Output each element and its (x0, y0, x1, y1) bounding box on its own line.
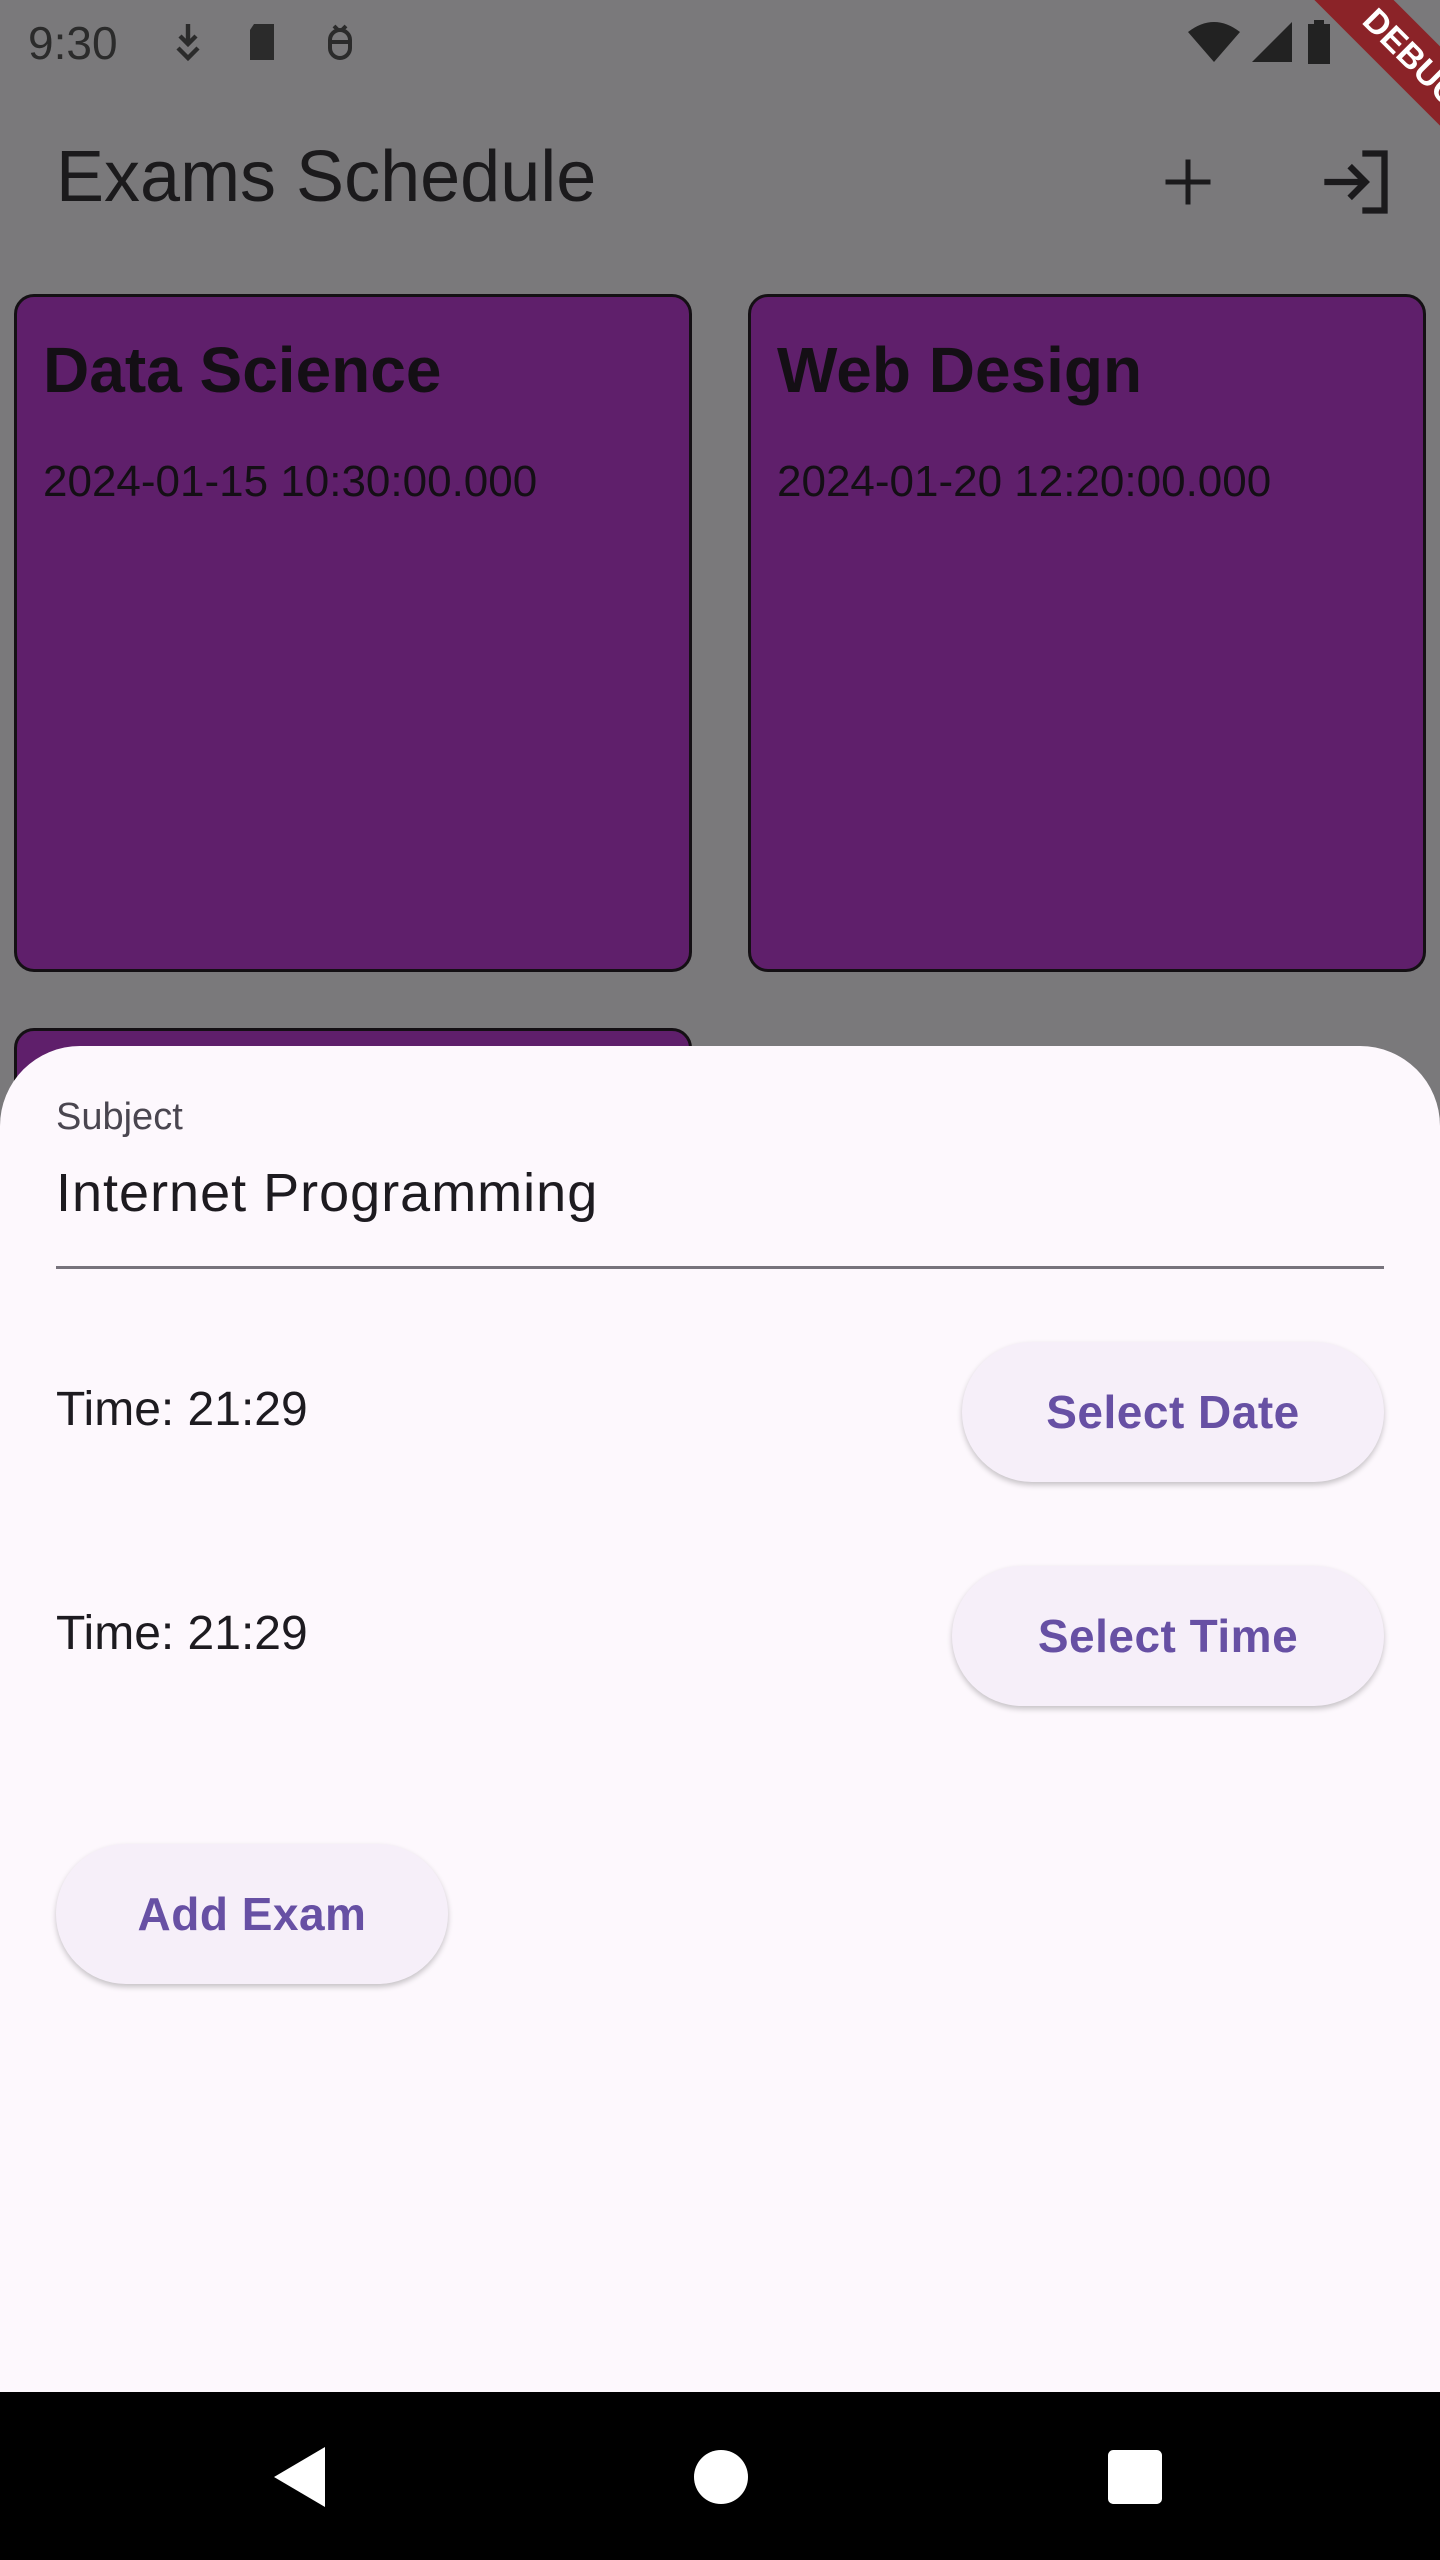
login-button[interactable] (1306, 132, 1406, 232)
back-icon (274, 2447, 325, 2507)
subject-input[interactable]: Internet Programming (56, 1162, 598, 1224)
add-button[interactable] (1138, 132, 1238, 232)
status-time: 9:30 (28, 17, 118, 69)
date-row-text: Time: 21:29 (56, 1383, 308, 1436)
exam-subject: Web Design (777, 334, 1143, 406)
sd-card-icon (238, 18, 286, 66)
subject-field-label: Subject (56, 1096, 183, 1138)
bug-icon (316, 18, 364, 66)
home-icon (694, 2450, 748, 2504)
exam-datetime: 2024-01-15 10:30:00.000 (43, 457, 538, 506)
back-button[interactable] (246, 2422, 356, 2532)
exam-card[interactable]: Web Design 2024-01-20 12:20:00.000 (748, 294, 1426, 972)
exam-subject: Data Science (43, 334, 442, 406)
select-time-button[interactable]: Select Time (952, 1566, 1384, 1706)
recents-button[interactable] (1080, 2422, 1190, 2532)
page-title: Exams Schedule (56, 137, 597, 217)
status-bar: 9:30 (0, 0, 1440, 84)
battery-icon (1304, 18, 1334, 66)
navigation-bar (0, 2392, 1440, 2560)
add-exam-sheet: Subject Internet Programming Time: 21:29… (0, 1046, 1440, 2392)
app-bar: Exams Schedule (0, 84, 1440, 280)
add-exam-button[interactable]: Add Exam (56, 1844, 448, 1984)
time-row-text: Time: 21:29 (56, 1607, 308, 1660)
wifi-icon (1186, 18, 1242, 66)
signal-icon (1248, 18, 1296, 66)
subject-input-underline (56, 1266, 1384, 1269)
exam-card[interactable]: Data Science 2024-01-15 10:30:00.000 (14, 294, 692, 972)
recents-icon (1108, 2450, 1162, 2504)
exam-datetime: 2024-01-20 12:20:00.000 (777, 457, 1272, 506)
login-icon (1324, 150, 1388, 214)
download-icon (164, 18, 212, 66)
home-button[interactable] (666, 2422, 776, 2532)
select-date-button[interactable]: Select Date (962, 1342, 1384, 1482)
add-icon (1165, 159, 1211, 205)
